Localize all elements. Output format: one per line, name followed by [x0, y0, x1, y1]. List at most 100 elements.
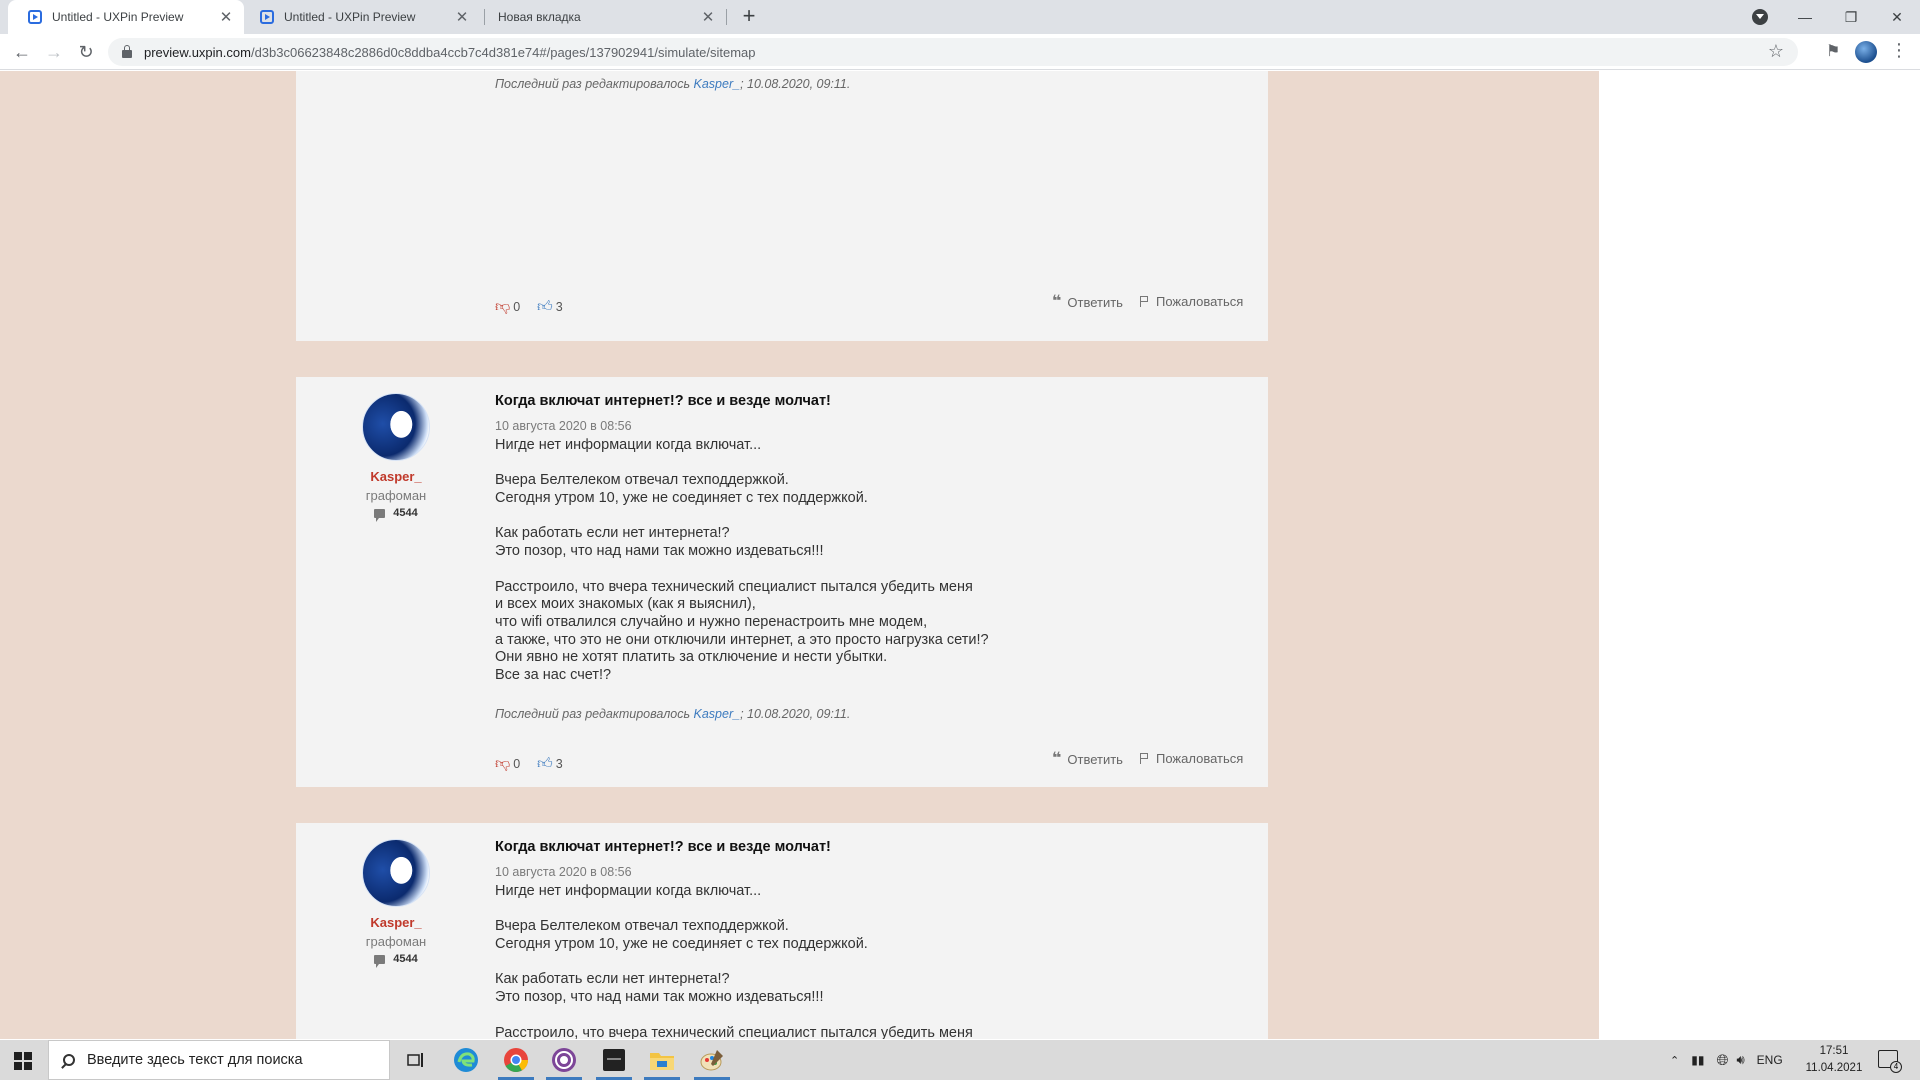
- tab-close-icon[interactable]: ✕: [216, 8, 236, 26]
- post-body: Когда включат интернет!? все и везде мол…: [495, 393, 1235, 721]
- quote-icon: ❝: [1052, 750, 1062, 767]
- tab-close-icon[interactable]: ✕: [452, 8, 472, 26]
- tab-search-icon[interactable]: [1752, 9, 1768, 25]
- post-date: 10 августа 2020 в 08:56: [495, 865, 632, 879]
- file-explorer-icon[interactable]: [642, 1044, 682, 1080]
- author-avatar[interactable]: [362, 839, 430, 907]
- post-line: Как работать если нет интернета!?: [495, 971, 730, 988]
- forum-post: Kasper_ графоман 4544 Когда включат инте…: [296, 823, 1268, 1039]
- windows-start-icon[interactable]: [14, 1052, 32, 1070]
- new-tab-button[interactable]: +: [736, 4, 762, 30]
- reply-label: Ответить: [1067, 294, 1123, 310]
- post-line: Они явно не хотят платить за отключение …: [495, 649, 888, 666]
- post-line: Все за нас счет!?: [495, 667, 612, 684]
- tab-separator: [484, 9, 485, 25]
- post-line: Сегодня утром 10, уже не соединяет с тех…: [495, 936, 868, 953]
- like-button[interactable]: 👍︎ 3: [537, 755, 563, 773]
- taskbar-search-input[interactable]: Введите здесь текст для поиска: [48, 1040, 390, 1080]
- quote-icon: ❝: [1052, 293, 1062, 310]
- taskbar-clock[interactable]: 17:51 11.04.2021: [1800, 1043, 1868, 1077]
- terminal-app-icon[interactable]: [594, 1044, 634, 1080]
- tor-browser-icon[interactable]: [544, 1044, 584, 1080]
- edited-user-link[interactable]: Kasper_: [694, 77, 741, 91]
- tab-separator: [726, 9, 727, 25]
- tab-uxpin-preview-1[interactable]: Untitled - UXPin Preview ✕: [8, 0, 244, 34]
- post-line: Это позор, что над нами так можно издева…: [495, 543, 824, 560]
- post-count-value: 4544: [393, 507, 418, 519]
- tab-close-icon[interactable]: ✕: [698, 8, 718, 26]
- chrome-browser-icon[interactable]: [496, 1044, 536, 1080]
- edited-user-link[interactable]: Kasper_: [694, 707, 741, 721]
- post-paragraph: Расстроило, что вчера технический специа…: [495, 579, 1235, 685]
- reply-button[interactable]: ❝ Ответить: [1052, 751, 1123, 767]
- browser-menu-icon[interactable]: ⋮: [1890, 40, 1908, 61]
- report-button[interactable]: Пожаловаться: [1140, 294, 1243, 309]
- author-name[interactable]: Kasper_: [296, 915, 496, 930]
- post-line: Это позор, что над нами так можно издева…: [495, 989, 824, 1006]
- thumbs-down-icon: 👎︎: [495, 298, 511, 315]
- page-viewport: Kasper_ графоман 4544 Когда включат инте…: [0, 71, 1920, 1039]
- post-author: Kasper_ графоман 4544: [296, 393, 496, 522]
- url-host: preview.uxpin.com: [144, 44, 251, 60]
- restore-button[interactable]: ❐: [1828, 0, 1874, 34]
- tab-title: Новая вкладка: [498, 10, 581, 24]
- clock-date: 11.04.2021: [1805, 1062, 1863, 1074]
- minimize-button[interactable]: —: [1782, 0, 1828, 34]
- edited-prefix: Последний раз редактировалось: [495, 76, 694, 91]
- address-bar[interactable]: preview.uxpin.com/d3b3c06623848c2886d0c8…: [108, 38, 1798, 66]
- tab-uxpin-preview-2[interactable]: Untitled - UXPin Preview ✕: [248, 0, 480, 34]
- post-line: Расстроило, что вчера технический специа…: [495, 1024, 973, 1039]
- tab-new-tab[interactable]: Новая вкладка ✕: [486, 0, 726, 34]
- post-body: Когда включат интернет!? все и везде мол…: [495, 839, 1235, 1039]
- post-paragraph: Нигде нет информации когда включат...: [495, 883, 1235, 901]
- tab-title: Untitled - UXPin Preview: [284, 10, 416, 24]
- reply-label: Ответить: [1067, 751, 1123, 767]
- profile-avatar[interactable]: [1855, 41, 1877, 63]
- author-avatar[interactable]: [362, 393, 430, 461]
- reply-button[interactable]: ❝ Ответить: [1052, 294, 1123, 310]
- report-label: Пожаловаться: [1156, 294, 1244, 309]
- reload-icon[interactable]: ↻: [72, 38, 100, 66]
- like-count: 3: [555, 757, 563, 771]
- dislike-count: 0: [513, 300, 521, 314]
- post-line: Вчера Белтелеком отвечал техподдержкой.: [495, 918, 789, 935]
- messages-icon: [374, 954, 386, 968]
- post-paragraph: Вчера Белтелеком отвечал техподдержкой. С…: [495, 918, 1235, 953]
- report-label: Пожаловаться: [1156, 751, 1244, 766]
- volume-icon[interactable]: 🔊︎: [1736, 1052, 1744, 1068]
- browser-toolbar: ← → ↻ preview.uxpin.com/d3b3c06623848c28…: [0, 34, 1920, 70]
- dislike-button[interactable]: 👎︎ 0: [495, 298, 520, 316]
- edge-browser-icon[interactable]: [446, 1044, 486, 1076]
- edited-suffix: ; 10.08.2020, 09:11.: [740, 706, 851, 721]
- browser-tab-bar: Untitled - UXPin Preview ✕ Untitled - UX…: [0, 0, 1920, 34]
- paint-app-icon[interactable]: [692, 1044, 732, 1080]
- bookmark-star-icon[interactable]: ☆: [1768, 41, 1784, 62]
- windows-taskbar: Введите здесь текст для поиска ⌃ ▮▮ 🌐︎ 🔊…: [0, 1040, 1920, 1080]
- extensions-puzzle-icon[interactable]: ⚑: [1826, 41, 1840, 61]
- dislike-button[interactable]: 👎︎ 0: [495, 755, 520, 773]
- post-line: Расстроило, что вчера технический специа…: [495, 578, 973, 595]
- author-post-count: 4544: [296, 953, 496, 968]
- post-paragraph: Как работать если нет интернета!? Это поз…: [495, 971, 1235, 1006]
- language-indicator[interactable]: ENG: [1757, 1053, 1783, 1067]
- edited-note: Последний раз редактировалось Kasper_; 1…: [495, 707, 1235, 721]
- post-text: Нигде нет информации когда включат... Вч…: [495, 437, 1235, 685]
- tray-chevron-up-icon[interactable]: ⌃: [1670, 1054, 1679, 1067]
- thumbs-down-icon: 👎︎: [495, 755, 511, 772]
- post-line: Вчера Белтелеком отвечал техподдержкой.: [495, 472, 789, 489]
- tab-title: Untitled - UXPin Preview: [52, 10, 184, 24]
- back-arrow-icon[interactable]: ←: [8, 38, 36, 66]
- close-window-button[interactable]: ✕: [1874, 0, 1920, 34]
- forward-arrow-icon[interactable]: →: [40, 38, 68, 66]
- network-globe-icon[interactable]: 🌐︎: [1716, 1052, 1728, 1069]
- task-view-icon[interactable]: [396, 1044, 436, 1076]
- report-button[interactable]: Пожаловаться: [1140, 751, 1243, 766]
- edited-prefix: Последний раз редактировалось: [495, 706, 694, 721]
- post-line: Нигде нет информации когда включат...: [495, 437, 762, 453]
- post-actions: 👎︎ 0 👍︎ 3 ❝ Ответить Пожаловаться: [495, 294, 1243, 318]
- author-name[interactable]: Kasper_: [296, 469, 496, 484]
- url-text: preview.uxpin.com/d3b3c06623848c2886d0c8…: [144, 45, 755, 60]
- like-button[interactable]: 👍︎ 3: [537, 298, 563, 316]
- edited-note: Последний раз редактировалось Kasper_; 1…: [495, 77, 1235, 91]
- battery-icon[interactable]: ▮▮: [1691, 1053, 1704, 1067]
